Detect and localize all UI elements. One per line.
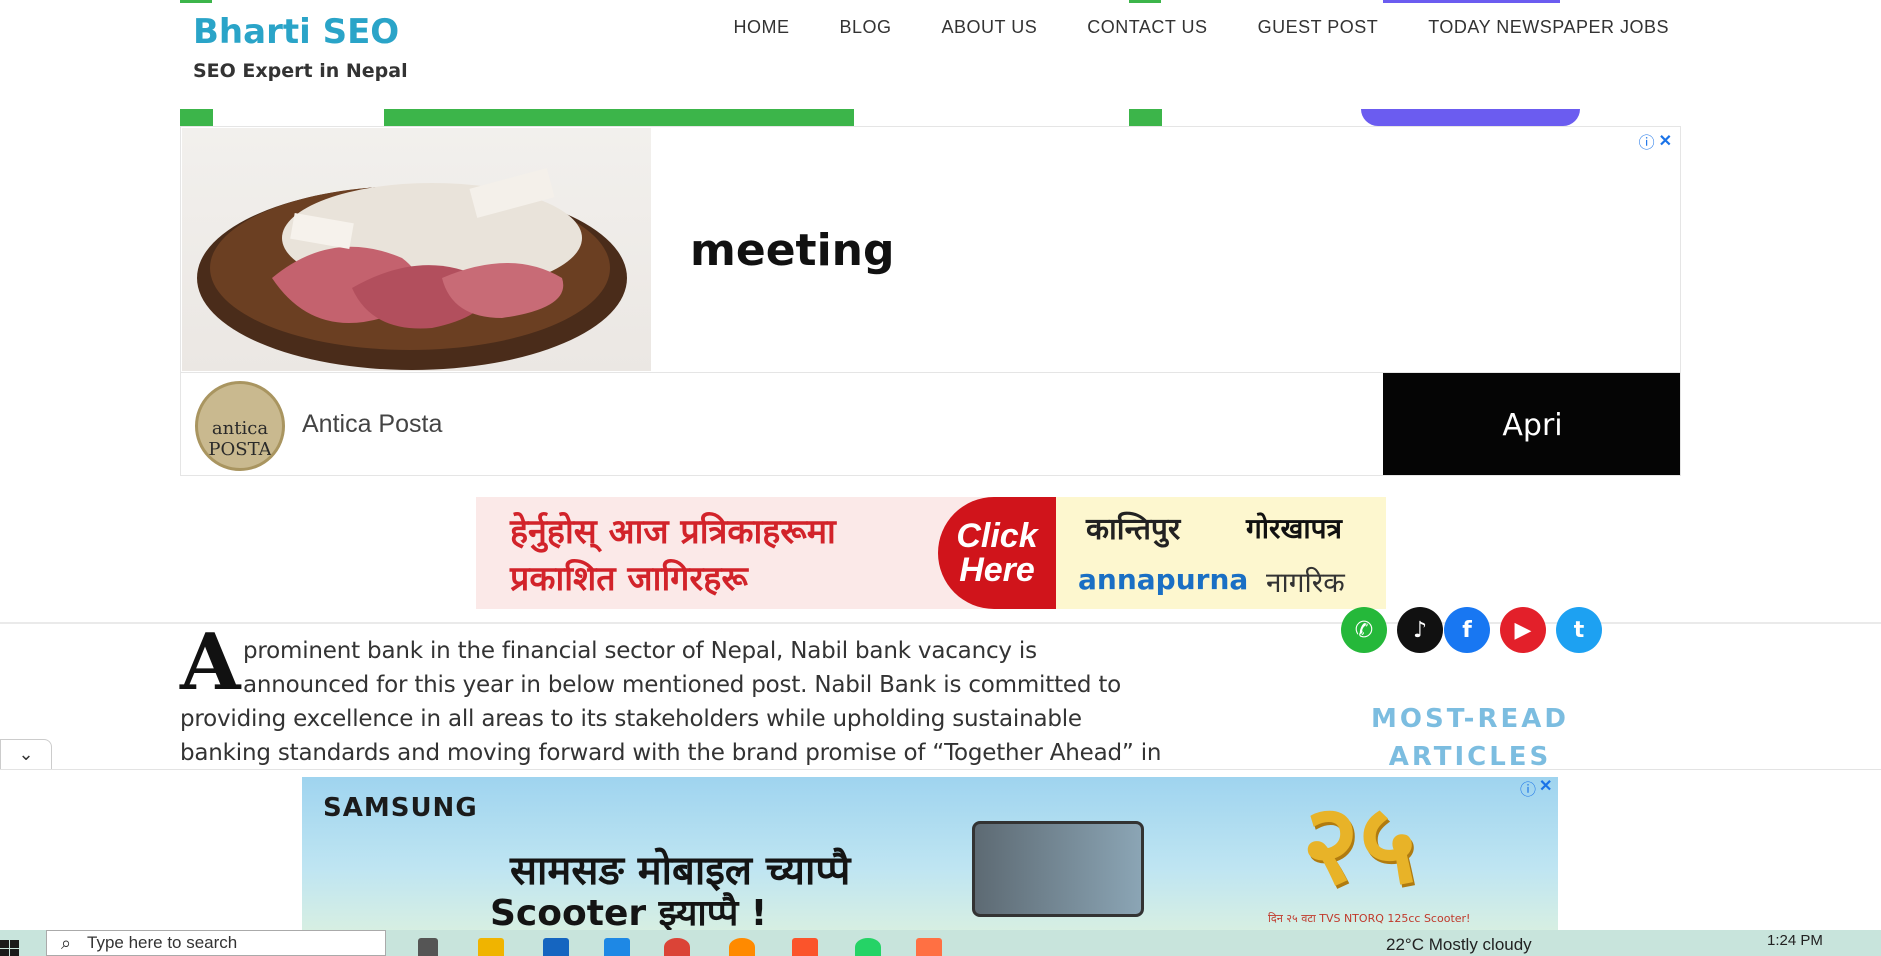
ad-footer: antica POSTA Antica Posta Apri <box>181 372 1680 475</box>
nav-blog[interactable]: BLOG <box>840 17 892 38</box>
nav-guest-post[interactable]: GUEST POST <box>1258 17 1379 38</box>
whatsapp-icon[interactable]: ✆ <box>1341 607 1387 653</box>
paper-annapurna: annapurna <box>1078 563 1249 596</box>
main-nav: HOME BLOG ABOUT US CONTACT US GUEST POST… <box>734 17 1670 38</box>
ad-small-print: दिन २५ वटा TVS NTORQ 125cc Scooter! <box>1268 912 1471 925</box>
article-text-line: prominent bank in the financial sector o… <box>243 638 1037 664</box>
bottom-ad-choices[interactable]: ⓘ ✕ <box>1520 776 1552 800</box>
advertiser-logo: antica POSTA <box>195 381 285 471</box>
vscode-icon[interactable] <box>604 938 630 956</box>
app-icon[interactable] <box>916 938 942 956</box>
nav-contact-us[interactable]: CONTACT US <box>1087 17 1207 38</box>
close-icon[interactable]: ✕ <box>1539 776 1552 800</box>
info-icon[interactable]: ⓘ <box>1639 129 1655 153</box>
mail-icon[interactable] <box>543 938 569 956</box>
top-display-ad[interactable]: meeting ⓘ ✕ antica POSTA Antica Posta Ap… <box>180 126 1681 476</box>
ad-line2: Scooter झ्याप्पै ! <box>490 893 768 931</box>
brave-icon[interactable] <box>792 938 818 956</box>
info-icon[interactable]: ⓘ <box>1520 776 1536 800</box>
advertiser-logo-text: antica POSTA <box>208 418 272 460</box>
paper-nagarik: नागरिक <box>1266 566 1345 599</box>
ad-badge: २५ <box>1302 779 1417 908</box>
facebook-icon[interactable]: f <box>1444 607 1490 653</box>
header-accent <box>1383 0 1560 3</box>
chevron-down-icon[interactable]: ⌄ <box>0 739 52 769</box>
ad-headline[interactable]: meeting <box>690 225 894 276</box>
firefox-icon[interactable] <box>729 938 755 956</box>
newspaper-logos: कान्तिपुर गोरखापत्र annapurna नागरिक <box>1056 497 1386 609</box>
nav-today-newspaper-jobs[interactable]: TODAY NEWSPAPER JOBS <box>1428 17 1669 38</box>
phones-image <box>972 821 1144 917</box>
bottom-sticky-ad: SAMSUNG सामसङ मोबाइल च्याप्पै Scooter झ्… <box>0 769 1881 931</box>
task-view-icon[interactable] <box>418 938 438 956</box>
browser-viewport: Bharti SEO SEO Expert in Nepal HOME BLOG… <box>0 0 1881 956</box>
content-strip <box>1361 109 1580 126</box>
windows-taskbar: ⌕ Type here to search 22°C Mostly cloudy… <box>0 930 1881 956</box>
header-accent <box>1129 0 1161 3</box>
content-strip <box>180 109 213 126</box>
newspaper-jobs-banner[interactable]: हेर्नुहोस् आज प्रत्रिकाहरूमा प्रकाशित जा… <box>476 497 1386 609</box>
jobs-banner-line2: प्रकाशित जागिरहरू <box>510 559 748 599</box>
nav-home[interactable]: HOME <box>734 17 790 38</box>
content-strip <box>1129 109 1162 126</box>
click-label: Click <box>956 517 1038 555</box>
twitter-icon[interactable]: t <box>1556 607 1602 653</box>
paper-gorkhapatra: गोरखापत्र <box>1246 512 1342 545</box>
ad-choices[interactable]: ⓘ ✕ <box>1639 129 1672 153</box>
tiktok-icon[interactable]: ♪ <box>1397 607 1443 653</box>
article-text-line: providing excellence in all areas to its… <box>180 706 1082 732</box>
whatsapp-taskbar-icon[interactable] <box>855 938 881 956</box>
search-placeholder: Type here to search <box>87 933 238 952</box>
weather-status[interactable]: 22°C Mostly cloudy <box>1386 935 1532 955</box>
search-icon: ⌕ <box>61 933 72 953</box>
chrome-icon[interactable] <box>664 938 690 956</box>
content-strip <box>384 109 854 126</box>
ad-food-image <box>182 128 651 371</box>
ad-brand: SAMSUNG <box>323 793 478 823</box>
site-title[interactable]: Bharti SEO <box>193 12 399 52</box>
jobs-banner-text: हेर्नुहोस् आज प्रत्रिकाहरूमा प्रकाशित जा… <box>476 497 938 609</box>
click-here-button[interactable]: Click Here <box>938 497 1056 609</box>
most-read-heading: MOST-READ ARTICLES <box>1371 704 1569 772</box>
nav-about-us[interactable]: ABOUT US <box>942 17 1038 38</box>
paper-kantipur: कान्तिपुर <box>1086 512 1181 547</box>
advertiser-name[interactable]: Antica Posta <box>302 410 442 439</box>
article-text-line: banking standards and moving forward wit… <box>180 740 1162 766</box>
header-accent <box>180 0 212 3</box>
clock[interactable]: 1:24 PM <box>1767 932 1823 949</box>
file-explorer-icon[interactable] <box>478 938 504 956</box>
site-tagline: SEO Expert in Nepal <box>193 60 408 82</box>
here-label: Here <box>959 551 1035 589</box>
samsung-ad[interactable]: SAMSUNG सामसङ मोबाइल च्याप्पै Scooter झ्… <box>302 777 1558 931</box>
close-icon[interactable]: ✕ <box>1659 131 1672 151</box>
jobs-banner-line1: हेर्नुहोस् आज प्रत्रिकाहरूमा <box>510 512 836 552</box>
article-dropcap: A <box>180 617 241 708</box>
youtube-icon[interactable]: ▶ <box>1500 607 1546 653</box>
ad-open-button[interactable]: Apri <box>1383 373 1680 475</box>
article-text-line: announced for this year in below mention… <box>243 672 1122 698</box>
taskbar-search-input[interactable]: ⌕ Type here to search <box>46 930 386 956</box>
windows-start-icon[interactable] <box>0 938 20 956</box>
